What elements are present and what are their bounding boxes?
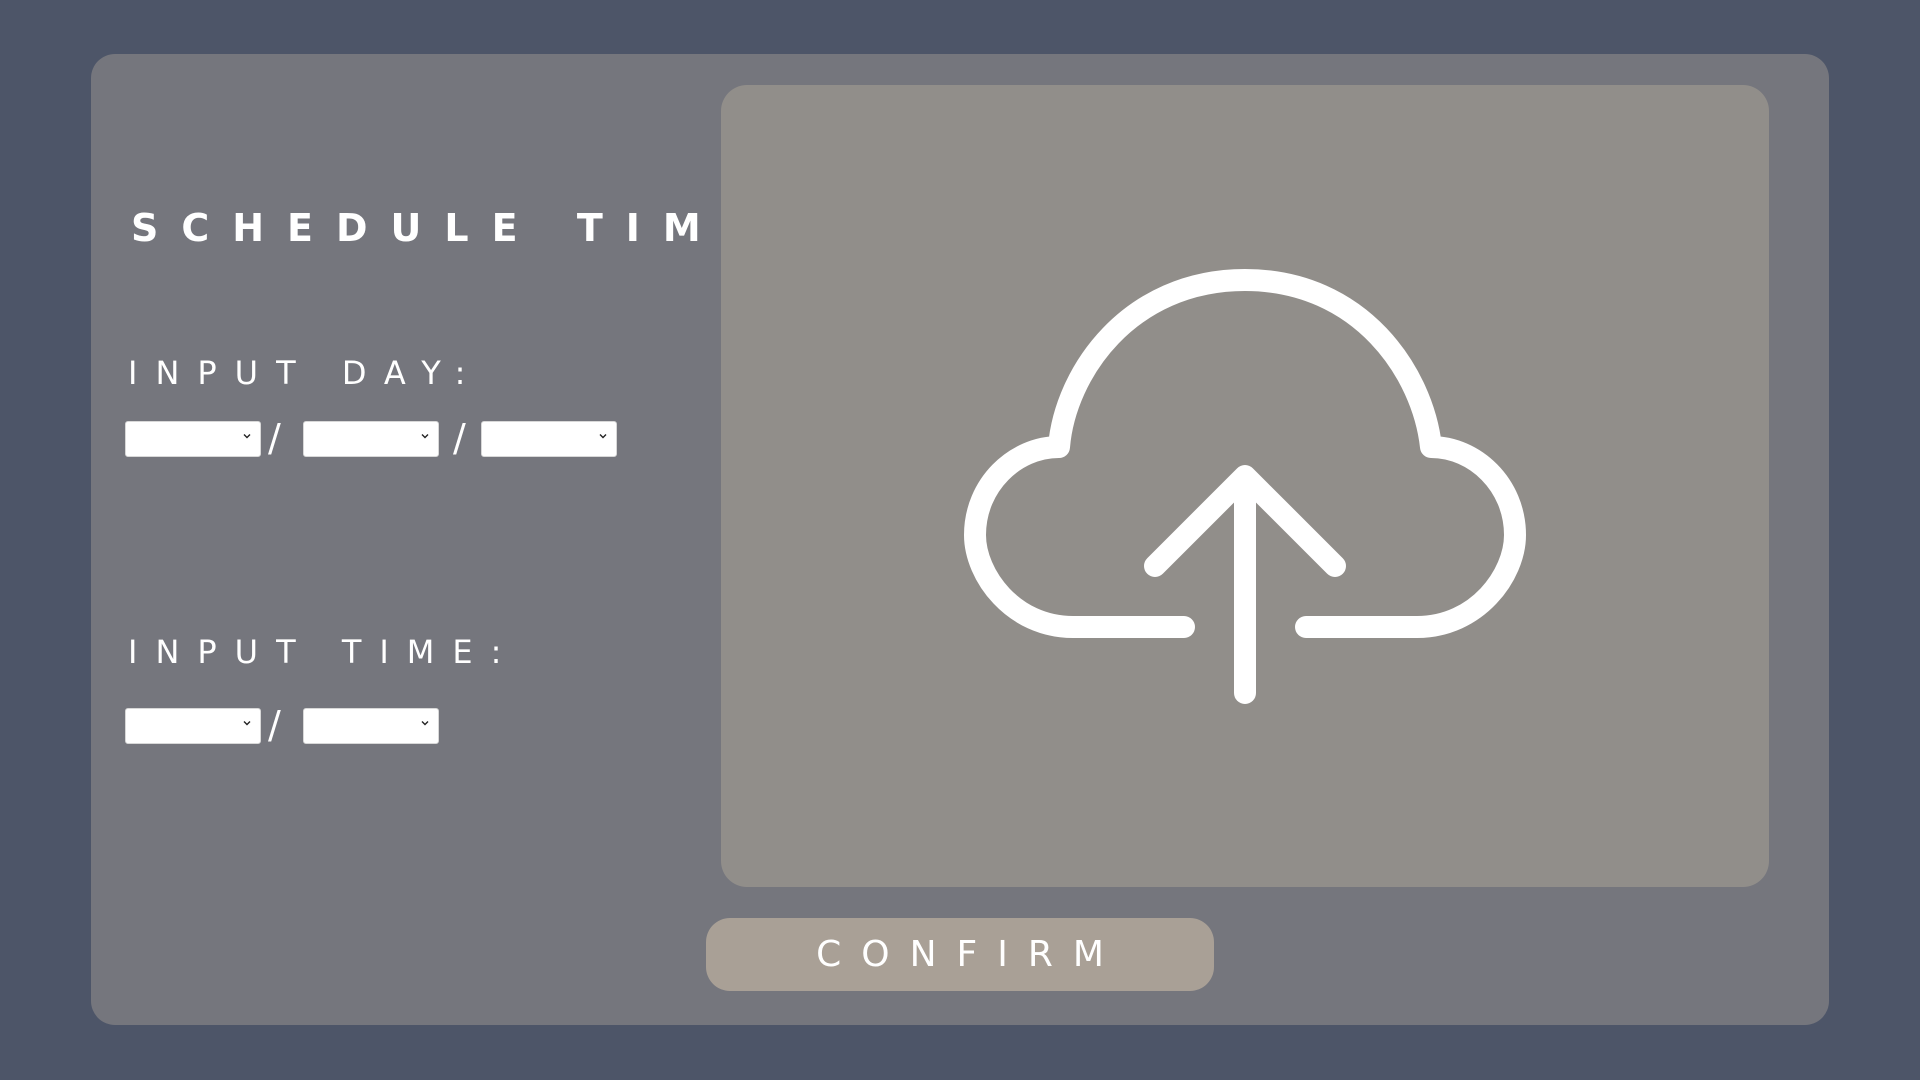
input-day-label: INPUT DAY: <box>128 354 484 392</box>
schedule-panel: SCHEDULE TIME INPUT DAY: / / INPUT TIME:… <box>91 54 1829 1025</box>
day-select-2[interactable] <box>303 421 439 457</box>
upload-dropzone[interactable] <box>721 85 1769 887</box>
day-select-1[interactable] <box>125 421 261 457</box>
day-separator-2: / <box>453 416 466 460</box>
confirm-button[interactable]: CONFIRM <box>706 918 1214 991</box>
chevron-down-icon <box>421 721 429 726</box>
day-separator-1: / <box>268 416 281 460</box>
day-select-3[interactable] <box>481 421 617 457</box>
chevron-down-icon <box>243 721 251 726</box>
page-title: SCHEDULE TIME <box>131 206 773 250</box>
time-separator: / <box>268 703 281 747</box>
chevron-down-icon <box>421 434 429 439</box>
input-time-label: INPUT TIME: <box>128 633 520 671</box>
chevron-down-icon <box>599 434 607 439</box>
time-select-minute[interactable] <box>303 708 439 744</box>
chevron-down-icon <box>243 434 251 439</box>
time-select-hour[interactable] <box>125 708 261 744</box>
cloud-upload-icon <box>964 269 1526 704</box>
